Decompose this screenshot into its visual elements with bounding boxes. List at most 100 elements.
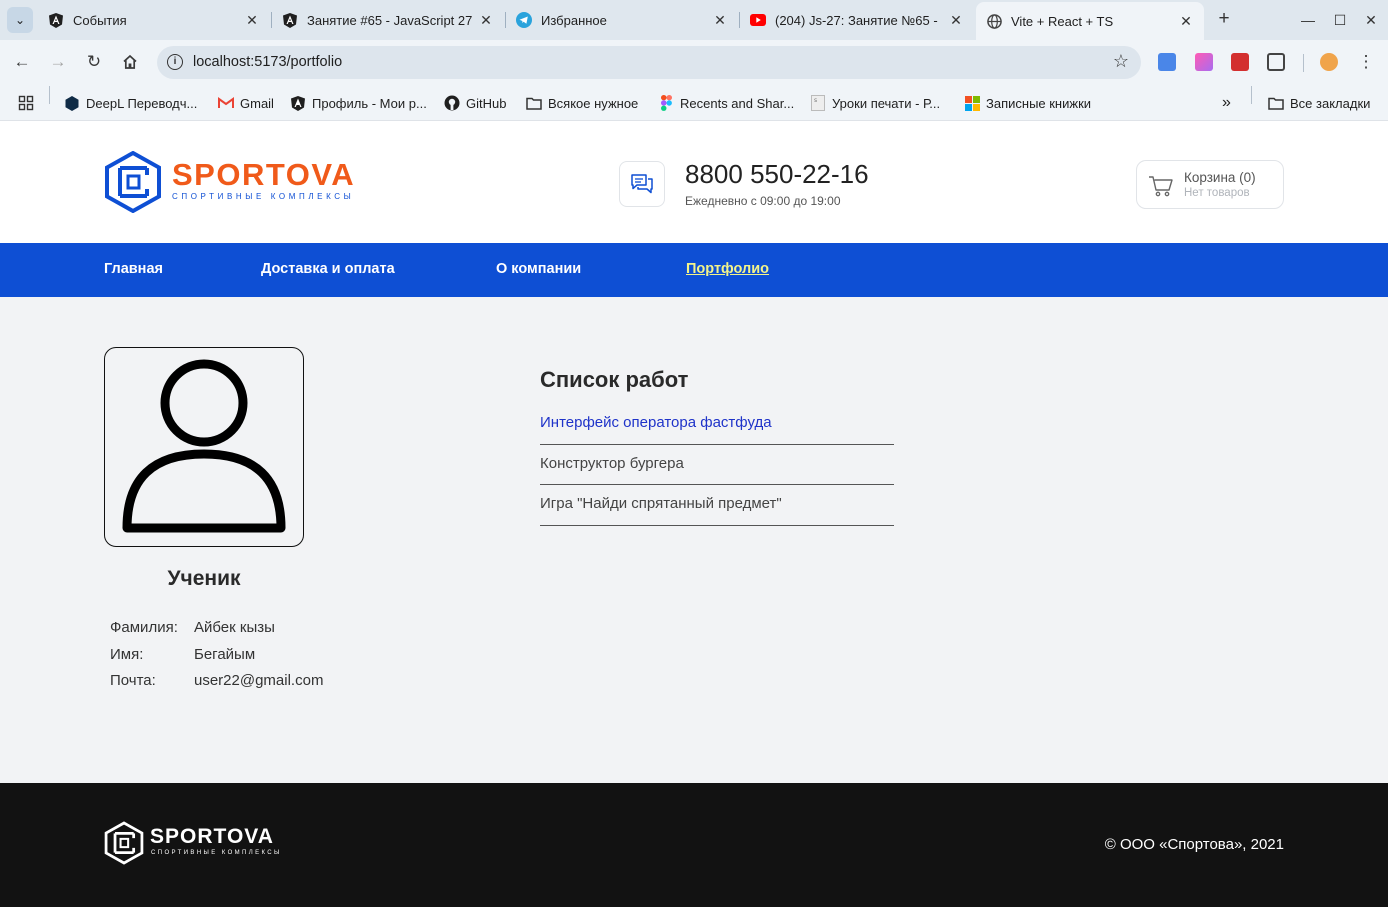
browser-tab-active[interactable]: Vite + React + TS ✕ — [976, 2, 1204, 40]
cart-label: Корзина (0) — [1184, 170, 1256, 185]
youtube-icon — [750, 12, 766, 28]
info-value: Бегайым — [194, 645, 256, 663]
folder-icon — [1268, 95, 1284, 111]
working-hours: Ежедневно с 09:00 до 19:00 — [685, 194, 841, 208]
extension-gradient-icon[interactable] — [1195, 53, 1213, 71]
microsoft-icon — [964, 95, 980, 111]
close-icon[interactable]: ✕ — [1178, 13, 1194, 30]
close-window-button[interactable]: ✕ — [1359, 8, 1383, 32]
logo-tagline: СПОРТИВНЫЕ КОМПЛЕКСЫ — [172, 192, 355, 201]
sportova-logo-icon — [105, 150, 161, 214]
angular-icon — [290, 95, 306, 111]
info-value: user22@gmail.com — [194, 672, 324, 689]
close-icon[interactable]: ✕ — [478, 12, 494, 29]
reload-button[interactable]: ↻ — [82, 50, 106, 74]
minimize-button[interactable]: — — [1296, 8, 1320, 32]
profile-avatar[interactable] — [1320, 53, 1338, 71]
home-icon — [123, 54, 137, 69]
info-label: Почта: — [110, 672, 156, 689]
extensions-puzzle-icon[interactable] — [1267, 53, 1285, 71]
info-value: Айбек кызы — [194, 619, 275, 636]
nav-link-about[interactable]: О компании — [496, 261, 581, 277]
address-bar[interactable]: i localhost:5173/portfolio ☆ — [157, 46, 1141, 79]
deepl-icon — [64, 95, 80, 111]
site-info-icon[interactable]: i — [167, 54, 183, 70]
tab-search-button[interactable]: ⌄ — [7, 7, 33, 33]
all-bookmarks-button[interactable]: Все закладки — [1268, 93, 1370, 113]
sportova-logo-icon — [104, 821, 144, 865]
kebab-menu-icon: ⋮ — [1357, 52, 1375, 71]
double-chevron-right-icon: » — [1222, 94, 1231, 111]
page-icon: s — [810, 95, 826, 111]
back-button[interactable]: ← — [10, 50, 34, 74]
angular-icon — [48, 12, 64, 28]
bookmark-item[interactable]: GitHub — [444, 93, 506, 113]
copyright: © ООО «Спортова», 2021 — [1104, 836, 1284, 853]
svg-text:s: s — [814, 97, 817, 104]
close-icon[interactable]: ✕ — [948, 12, 964, 29]
folder-icon — [526, 95, 542, 111]
gmail-icon — [218, 95, 234, 111]
work-item[interactable]: Конструктор бургера — [540, 445, 894, 485]
bookmark-folder[interactable]: Всякое нужное — [526, 93, 638, 113]
cart-status: Нет товаров — [1184, 187, 1250, 199]
site-header: SPORTOVA СПОРТИВНЫЕ КОМПЛЕКСЫ 8800 550-2… — [0, 121, 1388, 243]
bookmark-star-icon[interactable]: ☆ — [1113, 51, 1129, 72]
new-tab-button[interactable]: + — [1212, 8, 1236, 32]
arrow-right-icon: → — [49, 52, 67, 71]
info-label: Фамилия: — [110, 619, 178, 636]
extension-red-icon[interactable] — [1231, 53, 1249, 71]
bookmark-item[interactable]: Gmail — [218, 93, 274, 113]
telegram-icon — [516, 12, 532, 28]
apps-grid-icon — [18, 95, 34, 111]
site-logo[interactable]: SPORTOVA СПОРТИВНЫЕ КОМПЛЕКСЫ — [104, 150, 354, 218]
url-text[interactable]: localhost:5173/portfolio — [193, 54, 342, 70]
bookmark-item[interactable]: Профиль - Мои р... — [290, 93, 427, 113]
browser-menu-button[interactable]: ⋮ — [1354, 50, 1378, 74]
contact-button[interactable] — [619, 161, 665, 207]
browser-tab[interactable]: Занятие #65 - JavaScript 27 ✕ — [272, 0, 504, 40]
toolbar-divider — [1303, 54, 1304, 72]
chat-icon — [631, 174, 653, 194]
nav-link-home[interactable]: Главная — [104, 261, 163, 277]
close-icon[interactable]: ✕ — [244, 12, 260, 29]
info-label: Имя: — [110, 645, 144, 663]
browser-tab[interactable]: События ✕ — [38, 0, 270, 40]
work-item[interactable]: Игра "Найди спрятанный предмет" — [540, 485, 894, 526]
reload-icon: ↻ — [86, 52, 102, 71]
close-icon[interactable]: ✕ — [712, 12, 728, 29]
home-button[interactable] — [118, 50, 142, 74]
work-item[interactable]: Интерфейс оператора фастфуда — [540, 404, 894, 445]
plus-icon: + — [1218, 8, 1230, 29]
arrow-left-icon: ← — [13, 52, 31, 71]
nav-link-portfolio[interactable]: Портфолио — [686, 261, 769, 277]
browser-tab[interactable]: (204) Js-27: Занятие №65 - ✕ — [740, 0, 974, 40]
bookmark-item[interactable]: Recents and Shar... — [658, 93, 794, 113]
cart-button[interactable]: Корзина (0) Нет товаров — [1136, 160, 1284, 209]
github-icon — [444, 95, 460, 111]
bookmarks-overflow-button[interactable]: » — [1222, 93, 1231, 113]
works-list: Интерфейс оператора фастфуда Конструктор… — [540, 404, 894, 526]
forward-button[interactable]: → — [46, 50, 70, 74]
site-footer: SPORTOVA СПОРТИВНЫЕ КОМПЛЕКСЫ © ООО «Спо… — [0, 783, 1388, 907]
google-translate-icon[interactable] — [1158, 53, 1176, 71]
footer-logo[interactable]: SPORTOVA СПОРТИВНЫЕ КОМПЛЕКСЫ — [104, 821, 279, 870]
maximize-button[interactable]: ☐ — [1328, 8, 1352, 32]
avatar — [104, 347, 304, 547]
figma-icon — [658, 95, 674, 111]
bookmark-item[interactable]: s Уроки печати - Р... — [810, 93, 940, 113]
nav-link-delivery[interactable]: Доставка и оплата — [261, 261, 395, 277]
bookmark-item[interactable]: Записные книжки — [964, 93, 1091, 113]
apps-button[interactable] — [18, 93, 34, 113]
globe-icon — [986, 13, 1002, 29]
minimize-icon: — — [1301, 12, 1315, 28]
browser-tab[interactable]: Избранное ✕ — [506, 0, 738, 40]
browser-tab-bar: ⌄ События ✕ Занятие #65 - JavaScript 27 … — [0, 0, 1388, 40]
phone-number[interactable]: 8800 550-22-16 — [685, 159, 869, 190]
close-icon: ✕ — [1365, 12, 1377, 28]
main-navigation: Главная Доставка и оплата О компании Пор… — [0, 243, 1388, 297]
bookmarks-divider — [1251, 86, 1252, 104]
bookmark-item[interactable]: DeepL Переводч... — [64, 93, 197, 113]
maximize-icon: ☐ — [1333, 12, 1347, 28]
chevron-down-icon: ⌄ — [14, 13, 26, 27]
